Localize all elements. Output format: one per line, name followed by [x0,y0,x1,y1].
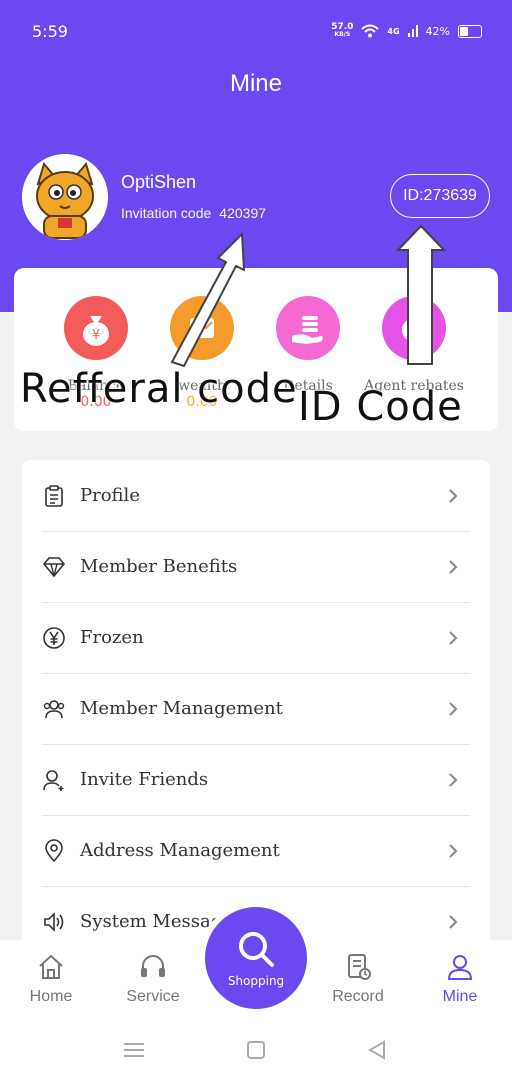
user-icon [447,955,473,980]
menu-label: Member Management [80,698,283,719]
chevron-right-icon [449,914,458,929]
chevron-right-icon [449,701,458,716]
chevron-right-icon [449,559,458,574]
menu-label: Address Management [80,840,280,861]
nav-shopping-button[interactable]: Shopping [205,907,307,1009]
menu-item-address-management[interactable]: Address Management [42,815,470,887]
chevron-right-icon [449,488,458,503]
menu-item-invite-friends[interactable]: Invite Friends [42,744,470,816]
menu-label: Member Benefits [80,556,238,577]
nav-home[interactable]: Home [11,952,91,1006]
speaker-icon [44,911,64,932]
home-button-icon [247,1041,265,1059]
system-nav-bar [124,1040,385,1060]
home-icon [39,954,63,979]
menu-label: Frozen [80,627,144,648]
nav-mine[interactable]: Mine [420,952,500,1006]
menu-item-profile[interactable]: Profile [42,460,470,532]
recents-icon [124,1043,144,1057]
chevron-right-icon [449,843,458,858]
user-plus-icon [43,769,64,791]
nav-service[interactable]: Service [113,952,193,1006]
menu-item-member-management[interactable]: Member Management [42,673,470,745]
menu-item-member-benefits[interactable]: Member Benefits [42,531,470,603]
menu-label: Invite Friends [80,769,209,790]
clipboard-icon [45,484,63,507]
record-icon [348,954,371,980]
diamond-icon [42,556,66,577]
nav-record[interactable]: Record [318,952,398,1006]
chevron-right-icon [449,772,458,787]
annotation-id-code: ID Code [298,384,463,430]
menu-item-frozen[interactable]: Frozen [42,602,470,674]
annotation-referral-code: Refferal code [20,366,298,412]
id-arrow-icon [395,224,447,365]
chevron-right-icon [449,630,458,645]
location-icon [45,838,63,862]
referral-arrow-icon [170,231,246,368]
menu-card: Profile Member Benefits Frozen Member Ma… [22,460,490,960]
menu-label: Profile [80,485,140,506]
yuan-icon [43,626,65,649]
search-icon [239,932,274,967]
back-icon [367,1040,385,1060]
headset-icon [141,955,165,977]
users-icon [43,699,65,718]
